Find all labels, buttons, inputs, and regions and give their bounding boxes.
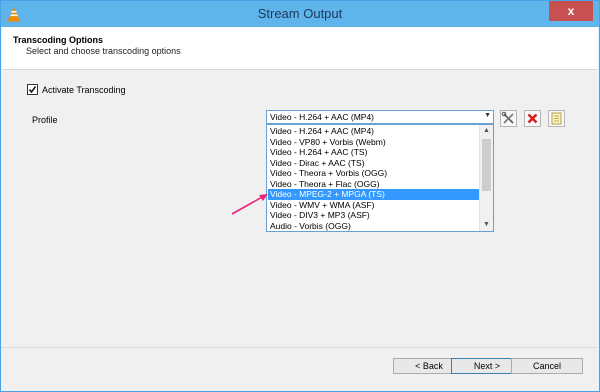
window-title: Stream Output — [257, 6, 343, 21]
profile-option-highlighted[interactable]: Video - MPEG-2 + MPGA (TS) — [268, 189, 482, 200]
profile-option[interactable]: Video - H.264 + AAC (TS) — [270, 147, 367, 158]
wrench-screwdriver-icon — [501, 111, 514, 124]
close-button[interactable]: x — [549, 1, 593, 21]
activate-transcoding-label: Activate Transcoding — [42, 84, 126, 95]
annotation-arrow-icon — [231, 194, 268, 215]
page-subtitle: Select and choose transcoding options — [26, 46, 181, 56]
checkmark-icon — [28, 86, 37, 94]
profile-option[interactable]: Video - Theora + Flac (OGG) — [270, 179, 380, 190]
profile-combobox[interactable]: Video - H.264 + AAC (MP4) ▼ — [266, 110, 494, 124]
footer-divider — [1, 347, 597, 348]
profile-label: Profile — [32, 115, 58, 125]
dropdown-scrollbar[interactable]: ▲ ▼ — [479, 125, 493, 231]
profile-option[interactable]: Video - Dirac + AAC (TS) — [270, 158, 365, 169]
profile-option[interactable]: Video - WMV + WMA (ASF) — [270, 200, 374, 211]
page-title: Transcoding Options — [13, 35, 104, 45]
scroll-down-icon[interactable]: ▼ — [480, 219, 493, 231]
title-bar: Stream Output x — [1, 1, 599, 27]
activate-transcoding-row[interactable]: Activate Transcoding — [27, 84, 126, 95]
wizard-header: Transcoding Options Select and choose tr… — [2, 27, 598, 70]
activate-transcoding-checkbox[interactable] — [27, 84, 38, 95]
delete-x-icon — [527, 113, 538, 124]
new-profile-button[interactable] — [548, 110, 565, 127]
profile-selected-value: Video - H.264 + AAC (MP4) — [270, 112, 375, 122]
profile-option[interactable]: Video - Theora + Vorbis (OGG) — [270, 168, 387, 179]
cancel-button[interactable]: Cancel — [511, 358, 583, 374]
profile-option[interactable]: Video - H.264 + AAC (MP4) — [270, 126, 374, 137]
scroll-up-icon[interactable]: ▲ — [480, 125, 493, 137]
delete-profile-button[interactable] — [524, 110, 541, 127]
scroll-thumb[interactable] — [482, 139, 491, 191]
chevron-down-icon: ▼ — [484, 112, 491, 119]
profile-option[interactable]: Video - VP80 + Vorbis (Webm) — [270, 137, 386, 148]
profile-option[interactable]: Audio - Vorbis (OGG) — [270, 221, 351, 232]
profile-option[interactable]: Video - DIV3 + MP3 (ASF) — [270, 210, 370, 221]
edit-profile-button[interactable] — [500, 110, 517, 127]
profile-dropdown-list[interactable]: Video - H.264 + AAC (MP4) Video - VP80 +… — [266, 124, 494, 232]
new-profile-icon — [551, 112, 562, 125]
